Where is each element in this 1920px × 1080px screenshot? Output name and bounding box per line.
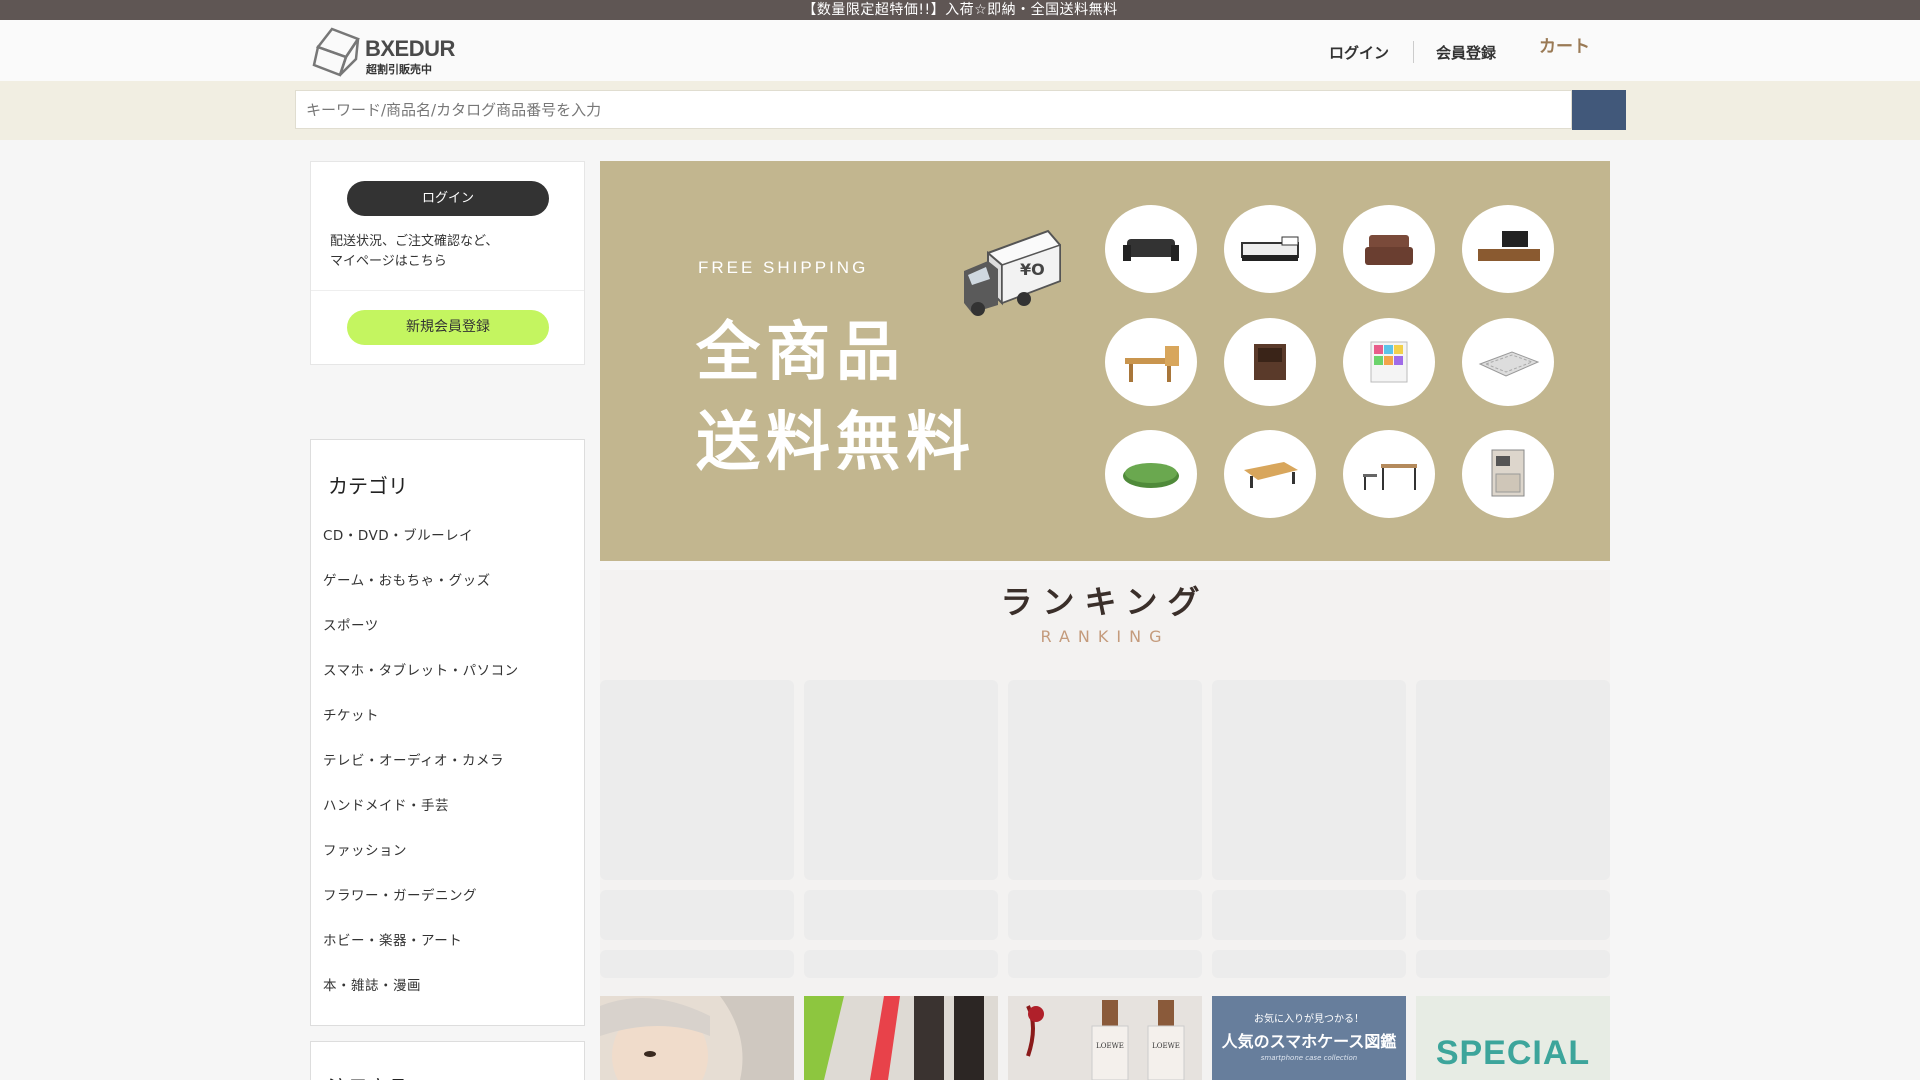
logo-text: BXEDUR (365, 36, 455, 61)
site-header: BXEDUR 超割引販売中 ログイン 会員登録 カート (0, 20, 1920, 81)
promo-case-title: 人気のスマホケース図鑑 (1221, 1032, 1397, 1051)
category-item[interactable]: スポーツ (323, 614, 519, 659)
ranking-placeholder-text (804, 890, 998, 940)
category-item[interactable]: テレビ・オーディオ・カメラ (323, 749, 519, 794)
desk-chair-icon (1363, 464, 1417, 490)
member-divider (311, 290, 584, 291)
site-logo[interactable]: BXEDUR 超割引販売中 (310, 27, 485, 77)
banner-free-shipping: FREE SHIPPING (698, 258, 869, 277)
announcement-text: 【数量限定超特価!!】入荷☆即納・全国送料無料 (802, 2, 1118, 18)
ranking-placeholder-image (1212, 680, 1406, 880)
ranking-subtitle: RANKING (1040, 627, 1170, 646)
header-register-link[interactable]: 会員登録 (1436, 42, 1496, 63)
banner-headline-2: 送料無料 (696, 406, 976, 480)
header-login-link[interactable]: ログイン (1329, 42, 1389, 63)
product-dining-set (1105, 318, 1197, 406)
ranking-placeholder-text (1212, 890, 1406, 940)
bed-icon (1241, 236, 1299, 261)
product-sofa (1105, 205, 1197, 293)
ranking-placeholder-text (600, 890, 794, 940)
ranking-placeholder-price (1416, 950, 1610, 978)
search-button[interactable] (1572, 90, 1626, 130)
tv-stand-icon (1478, 231, 1540, 261)
banner-headline-1: 全商品 (696, 316, 906, 390)
cart-link[interactable]: カート (1539, 32, 1590, 57)
header-divider (1413, 41, 1414, 63)
ranking-placeholder-image (600, 680, 794, 880)
promo-fashion-model[interactable] (600, 996, 794, 1080)
promo-special-text: SPECIAL (1435, 1034, 1591, 1072)
product-low-table (1224, 430, 1316, 518)
sidebar-login-button[interactable]: ログイン (347, 181, 549, 216)
product-cabinet (1224, 318, 1316, 406)
promo-perfume[interactable]: LOEWE LOEWE (1008, 996, 1202, 1080)
ranking-placeholder-price (804, 950, 998, 978)
green-mat-icon (1123, 463, 1179, 488)
sofa-icon (1123, 239, 1179, 261)
product-rug (1462, 318, 1554, 406)
dining-set-icon (1125, 346, 1179, 382)
product-tv-stand (1462, 205, 1554, 293)
promo-case-sub: smartphone case collection (1260, 1054, 1358, 1062)
category-item[interactable]: フラワー・ガーデニング (323, 884, 519, 929)
category-item[interactable]: ホビー・楽器・アート (323, 929, 519, 974)
category-list: CD・DVD・ブルーレイ ゲーム・おもちゃ・グッズ スポーツ スマホ・タブレット… (323, 524, 519, 1019)
ranking-placeholder-image (1008, 680, 1202, 880)
category-item[interactable]: ファッション (323, 839, 519, 884)
member-panel: ログイン 配送状況、ご注文確認など、 マイページはこちら 新規会員登録 (310, 161, 585, 365)
product-green-mat (1105, 430, 1197, 518)
perfume-label-left: LOEWE (1096, 1042, 1124, 1050)
product-storage-rack (1343, 318, 1435, 406)
truck-mark: ¥O (1020, 260, 1045, 279)
ranking-placeholder-text (1416, 890, 1610, 940)
kitchen-cabinet-icon (1491, 449, 1525, 497)
category-item[interactable]: ゲーム・おもちゃ・グッズ (323, 569, 519, 614)
ranking-placeholder-text (1008, 890, 1202, 940)
search-bar (0, 81, 1920, 140)
category-item[interactable]: スマホ・タブレット・パソコン (323, 659, 519, 704)
truck-icon: ¥O (964, 229, 1061, 316)
ranking-placeholder-price (1008, 950, 1202, 978)
box-logo-icon (312, 27, 360, 77)
member-memo-line1: 配送状況、ご注文確認など、 (330, 234, 499, 249)
ranking-placeholder-price (1212, 950, 1406, 978)
product-desk-chair (1343, 430, 1435, 518)
promo-fashion-outfit[interactable] (804, 996, 998, 1080)
sidebar-register-button[interactable]: 新規会員登録 (347, 310, 549, 345)
category-item[interactable]: 本・雑誌・漫画 (323, 974, 519, 1019)
category-item[interactable]: ハンドメイド・手芸 (323, 794, 519, 839)
ranking-placeholder-price (600, 950, 794, 978)
cushion-icon (1365, 235, 1413, 265)
free-shipping-banner[interactable]: FREE SHIPPING 全商品 送料無料 ¥O (600, 161, 1610, 561)
storage-rack-icon (1370, 341, 1408, 383)
featured-title: 注目商品 (328, 1072, 408, 1080)
ranking-placeholder-image (1416, 680, 1610, 880)
low-table-icon (1244, 462, 1298, 488)
rug-icon (1478, 351, 1540, 377)
cabinet-icon (1254, 344, 1286, 380)
outfit-photo (804, 996, 998, 1080)
promo-special[interactable]: SPECIAL (1416, 996, 1610, 1080)
member-memo: 配送状況、ご注文確認など、 マイページはこちら (330, 232, 498, 272)
featured-panel: 注目商品 (310, 1041, 585, 1080)
promo-smartphone-case[interactable]: お気に入りが見つかる！ 人気のスマホケース図鑑 smartphone case … (1212, 996, 1406, 1080)
ranking-placeholder-image (804, 680, 998, 880)
perfume-label-right: LOEWE (1152, 1042, 1180, 1050)
product-bed (1224, 205, 1316, 293)
category-panel: カテゴリ CD・DVD・ブルーレイ ゲーム・おもちゃ・グッズ スポーツ スマホ・… (310, 439, 585, 1026)
product-kitchen-cabinet (1462, 430, 1554, 518)
model-photo (600, 996, 794, 1080)
category-item[interactable]: CD・DVD・ブルーレイ (323, 524, 519, 569)
perfume-photo: LOEWE LOEWE (1008, 996, 1202, 1080)
ranking-title: ランキング (1000, 583, 1210, 621)
promo-case-top: お気に入りが見つかる！ (1254, 1014, 1364, 1025)
member-memo-line2: マイページはこちら (330, 254, 447, 269)
logo-subtext: 超割引販売中 (366, 63, 432, 76)
category-title: カテゴリ (328, 474, 408, 498)
category-item[interactable]: チケット (323, 704, 519, 749)
search-input[interactable] (295, 90, 1572, 129)
product-cushion (1343, 205, 1435, 293)
announcement-bar: 【数量限定超特価!!】入荷☆即納・全国送料無料 (0, 0, 1920, 20)
